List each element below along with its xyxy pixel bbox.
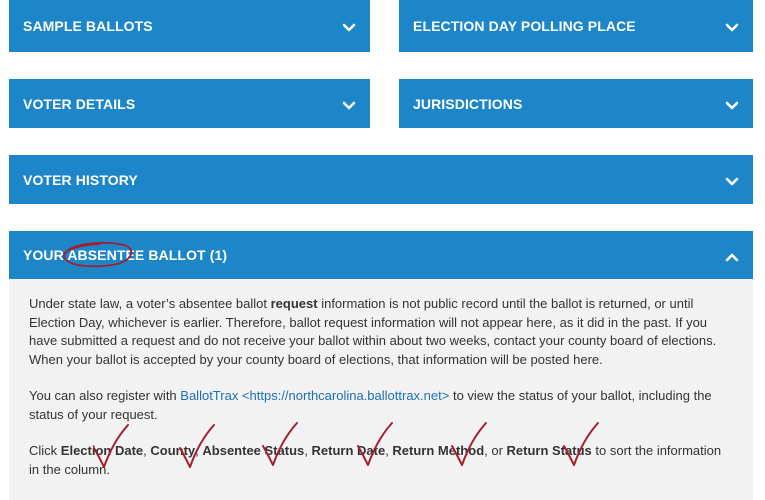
chevron-down-icon bbox=[342, 23, 356, 33]
chevron-down-icon bbox=[725, 23, 739, 33]
voter-details-panel-header[interactable]: VOTER DETAILS bbox=[9, 79, 370, 128]
voter-lookup-page: SAMPLE BALLOTS ELECTION DAY POLLING PLAC… bbox=[0, 0, 765, 500]
jurisdictions-panel-header[interactable]: JURISDICTIONS bbox=[399, 79, 753, 128]
sort-column-election-date: Election Date bbox=[60, 443, 144, 458]
panel-title: SAMPLE BALLOTS bbox=[23, 18, 153, 34]
chevron-down-icon bbox=[342, 101, 356, 111]
polling-place-panel-header[interactable]: ELECTION DAY POLLING PLACE bbox=[399, 0, 753, 52]
sort-column-absentee-status: Absentee Status bbox=[202, 443, 305, 458]
panel-title: VOTER DETAILS bbox=[23, 95, 136, 112]
absentee-ballot-panel-header[interactable]: YOUR ABSENTEE BALLOT (1) bbox=[9, 231, 753, 279]
sort-column-return-method: Return Method bbox=[392, 443, 485, 458]
sample-ballots-panel-header[interactable]: SAMPLE BALLOTS bbox=[9, 0, 370, 52]
sort-instructions-paragraph: Click Election Date, County, Absentee St… bbox=[29, 443, 722, 477]
ballottrax-link[interactable]: BallotTrax <https://northcarolina.ballot… bbox=[180, 388, 449, 403]
chevron-down-icon bbox=[725, 101, 739, 111]
chevron-down-icon bbox=[725, 177, 739, 187]
sort-column-county: County bbox=[150, 443, 196, 458]
absentee-ballot-content: Under state law, a voter’s absentee ball… bbox=[9, 279, 753, 500]
panel-title: ELECTION DAY POLLING PLACE bbox=[413, 18, 636, 34]
chevron-up-icon bbox=[725, 252, 739, 262]
panel-title: VOTER HISTORY bbox=[23, 171, 138, 188]
panel-title: YOUR ABSENTEE BALLOT (1) bbox=[23, 247, 228, 263]
sort-column-return-date: Return Date bbox=[311, 443, 386, 458]
absentee-info-paragraph: Under state law, a voter’s absentee ball… bbox=[29, 296, 717, 367]
sort-column-return-status: Return Status bbox=[506, 443, 592, 458]
ballottrax-paragraph: You can also register with BallotTrax <h… bbox=[29, 388, 712, 422]
voter-history-panel-header[interactable]: VOTER HISTORY bbox=[9, 155, 753, 204]
panel-title: JURISDICTIONS bbox=[413, 95, 523, 112]
